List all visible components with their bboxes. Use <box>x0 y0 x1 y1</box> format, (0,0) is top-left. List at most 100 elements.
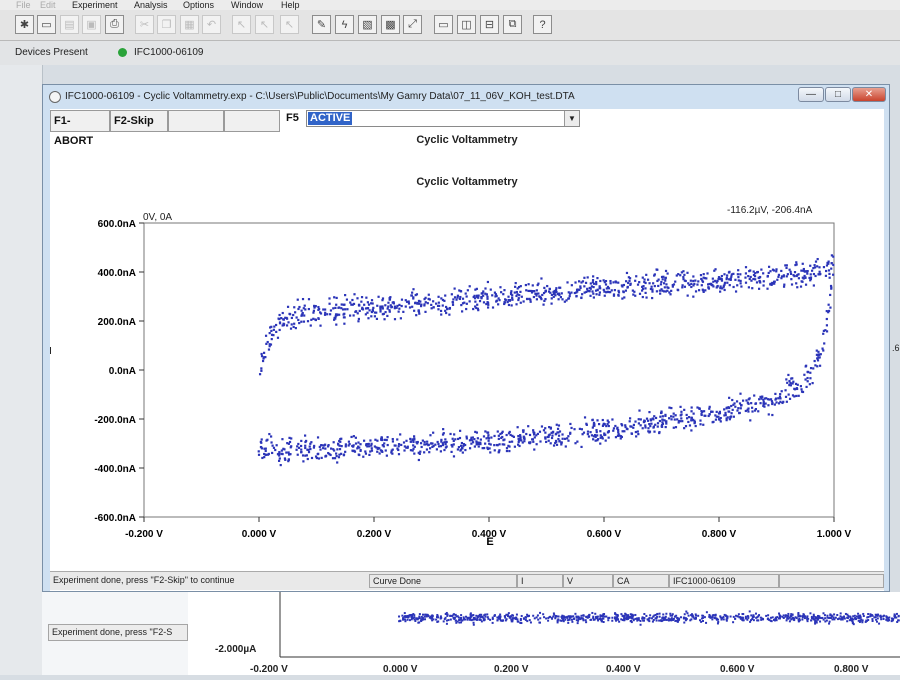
data-point <box>382 312 385 315</box>
data-point <box>270 329 273 333</box>
save-icon[interactable]: ▣ <box>82 15 101 34</box>
data-point <box>285 451 288 454</box>
background-data-point <box>577 615 580 618</box>
data-point <box>333 457 337 460</box>
help-icon[interactable]: ? <box>533 15 552 34</box>
menu-edit[interactable]: Edit <box>40 0 56 10</box>
data-point <box>676 288 679 291</box>
data-point <box>409 449 413 452</box>
open-icon[interactable]: ▤ <box>60 15 79 34</box>
background-data-point <box>486 616 489 619</box>
data-point <box>259 445 263 449</box>
data-point <box>496 430 499 433</box>
data-point <box>738 411 741 415</box>
data-point <box>745 399 748 402</box>
new-icon[interactable]: ▭ <box>37 15 56 34</box>
maximize-button[interactable]: □ <box>825 87 851 102</box>
gear-icon[interactable]: ✱ <box>15 15 34 34</box>
background-data-point <box>493 614 496 617</box>
print-icon[interactable]: ⎙ <box>105 15 124 34</box>
window-icon[interactable]: ▭ <box>434 15 453 34</box>
data-point <box>818 353 821 356</box>
data-point <box>592 296 595 299</box>
background-data-point <box>533 617 536 620</box>
menu-analysis[interactable]: Analysis <box>134 0 168 10</box>
background-data-point <box>569 616 572 619</box>
lightning-icon[interactable]: ϟ <box>335 15 354 34</box>
y-tick-label: 0.0nA <box>109 366 136 377</box>
background-data-point <box>855 617 858 620</box>
data-point <box>411 291 414 294</box>
paste-icon[interactable]: ▦ <box>180 15 199 34</box>
minimize-button[interactable]: — <box>798 87 824 102</box>
menu-help[interactable]: Help <box>281 0 300 10</box>
data-point <box>595 428 598 432</box>
background-data-point <box>797 613 800 616</box>
menu-file[interactable]: File <box>16 0 31 10</box>
background-data-point <box>729 615 732 618</box>
data-point <box>381 297 385 300</box>
cursor-tool-2-icon[interactable]: ↖ <box>255 15 274 34</box>
data-point <box>305 454 308 457</box>
cursor-tool-3-icon[interactable]: ↖ <box>280 15 299 34</box>
data-point <box>355 310 358 313</box>
cv-chart[interactable]: 600.0nA400.0nA200.0nA0.0nA-200.0nA-400.0… <box>50 109 884 549</box>
chart-icon[interactable]: ▧ <box>358 15 377 34</box>
data-point <box>727 271 731 274</box>
data-point <box>827 309 831 313</box>
data-point <box>272 328 275 331</box>
data-point <box>402 441 406 444</box>
data-point <box>547 290 551 293</box>
grid-icon[interactable]: ▩ <box>381 15 400 34</box>
cut-icon[interactable]: ✂ <box>135 15 154 34</box>
close-button[interactable]: ✕ <box>852 87 886 102</box>
data-point <box>439 309 443 313</box>
data-point <box>665 422 668 425</box>
data-point <box>337 456 341 459</box>
data-point <box>648 422 651 426</box>
data-point <box>486 306 490 309</box>
data-point <box>441 433 445 436</box>
window-app-icon[interactable] <box>49 91 61 103</box>
data-point <box>661 421 664 424</box>
data-point <box>283 457 287 460</box>
data-point <box>804 378 807 381</box>
data-point <box>659 283 663 286</box>
data-point <box>297 318 300 322</box>
data-point <box>739 392 742 395</box>
data-point <box>560 441 563 444</box>
data-point <box>402 310 405 313</box>
pen-icon[interactable]: ✎ <box>312 15 331 34</box>
window-titlebar[interactable]: IFC1000-06109 - Cyclic Voltammetry.exp -… <box>43 85 889 107</box>
data-point <box>654 423 657 426</box>
copy-icon[interactable]: ❐ <box>157 15 176 34</box>
background-data-point <box>629 620 632 623</box>
data-point <box>281 452 284 456</box>
tile-vertical-icon[interactable]: ◫ <box>457 15 476 34</box>
tile-horizontal-icon[interactable]: ⊟ <box>480 15 499 34</box>
data-point <box>766 274 769 278</box>
data-point <box>335 296 338 300</box>
data-point <box>352 314 355 317</box>
device-name[interactable]: IFC1000-06109 <box>134 47 204 58</box>
menu-experiment[interactable]: Experiment <box>72 0 118 10</box>
cascade-icon[interactable]: ⧉ <box>503 15 522 34</box>
cursor-tool-icon[interactable]: ↖ <box>232 15 251 34</box>
expand-icon[interactable]: ⤢ <box>403 15 422 34</box>
data-point <box>757 410 760 413</box>
menu-options[interactable]: Options <box>183 0 214 10</box>
menu-window[interactable]: Window <box>231 0 263 10</box>
undo-icon[interactable]: ↶ <box>202 15 221 34</box>
data-point <box>665 420 668 423</box>
data-point <box>390 451 393 454</box>
data-point <box>667 286 670 290</box>
data-point <box>609 282 612 285</box>
data-point <box>768 398 771 401</box>
data-point <box>344 308 347 311</box>
data-point <box>785 400 788 403</box>
data-point <box>289 327 293 330</box>
data-point <box>566 281 569 284</box>
data-point <box>755 281 759 284</box>
background-data-point <box>665 612 668 615</box>
background-data-point <box>844 612 847 615</box>
